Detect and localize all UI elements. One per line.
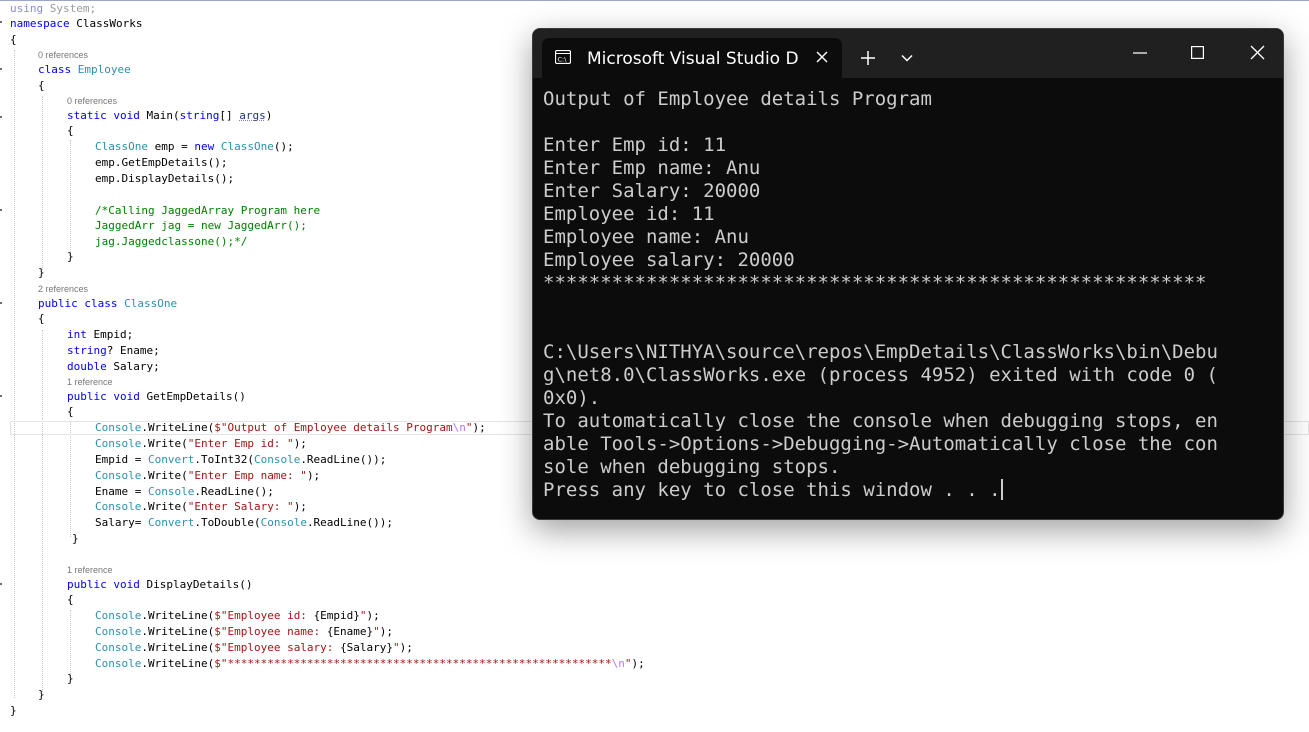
margin-marker <box>0 116 2 118</box>
code-line[interactable]: Console.WriteLine($"Employee salary: {Sa… <box>95 641 413 655</box>
margin-marker <box>0 209 2 211</box>
close-tab-icon[interactable] <box>815 50 829 64</box>
code-comment[interactable]: jag.Jaggedclassone();*/ <box>95 235 247 249</box>
console-output-text: Output of Employee details Program Enter… <box>543 88 1218 501</box>
code-line[interactable]: { <box>67 593 74 607</box>
code-line[interactable]: } <box>38 266 45 280</box>
code-line[interactable]: emp.GetEmpDetails(); <box>95 156 227 170</box>
indent-guide <box>70 140 71 256</box>
code-line[interactable]: string? Ename; <box>67 344 160 358</box>
code-line[interactable]: emp.DisplayDetails(); <box>95 172 234 186</box>
code-line[interactable]: { <box>67 405 74 419</box>
margin-marker <box>0 583 2 585</box>
code-line[interactable]: Empid = Convert.ToInt32(Console.ReadLine… <box>95 453 386 467</box>
title-bar[interactable]: C:\ Microsoft Visual Studio Debug Consol… <box>533 29 1283 78</box>
margin-marker <box>0 395 2 397</box>
codelens-references[interactable]: 1 reference <box>67 565 113 576</box>
code-line[interactable]: { <box>38 312 45 326</box>
code-line[interactable]: Console.Write("Enter Emp id: "); <box>95 437 307 451</box>
codelens-references[interactable]: 1 reference <box>67 377 113 388</box>
indent-guide <box>70 610 71 678</box>
code-line[interactable]: } <box>72 532 79 546</box>
margin-marker <box>0 21 2 23</box>
codelens-references[interactable]: 2 references <box>38 284 88 295</box>
maximize-icon[interactable] <box>1191 46 1204 59</box>
chevron-down-icon[interactable] <box>901 54 913 62</box>
console-output[interactable]: Output of Employee details Program Enter… <box>543 88 1255 508</box>
code-line[interactable]: public void DisplayDetails() <box>67 578 252 592</box>
code-text: System; <box>49 2 97 15</box>
code-line[interactable]: Console.WriteLine($"********************… <box>95 657 645 671</box>
code-line[interactable]: Ename = Console.ReadLine(); <box>95 485 274 499</box>
code-line[interactable]: { <box>38 79 45 93</box>
code-line[interactable]: { <box>10 33 17 47</box>
code-line[interactable]: double Salary; <box>67 360 160 374</box>
code-line[interactable]: Salary= Convert.ToDouble(Console.ReadLin… <box>95 516 393 530</box>
svg-text:C:\: C:\ <box>558 56 568 64</box>
indent-guide <box>42 330 43 692</box>
code-line[interactable]: static void Main(string[] args) <box>67 109 272 123</box>
console-tab[interactable]: C:\ Microsoft Visual Studio Debug Consol… <box>542 38 842 78</box>
indent-guide <box>42 96 43 270</box>
code-line[interactable]: namespace ClassWorks <box>10 17 142 31</box>
code-line[interactable]: } <box>38 688 45 702</box>
console-app-icon: C:\ <box>555 50 571 64</box>
indent-guide <box>14 50 15 698</box>
code-line[interactable]: } <box>67 250 74 264</box>
codelens-references[interactable]: 0 references <box>67 96 117 107</box>
code-line[interactable]: Console.WriteLine($"Employee id: {Empid}… <box>95 609 380 623</box>
code-line[interactable]: ClassOne emp = new ClassOne(); <box>95 140 294 154</box>
code-comment[interactable]: JaggedArr jag = new JaggedArr(); <box>95 219 307 233</box>
code-line[interactable]: } <box>67 672 74 686</box>
indent-guide <box>70 421 71 537</box>
code-line[interactable]: using System; <box>10 2 96 16</box>
margin-marker <box>0 68 2 70</box>
minimize-icon[interactable] <box>1133 52 1147 54</box>
code-line[interactable]: public void GetEmpDetails() <box>67 390 246 404</box>
codelens-references[interactable]: 0 references <box>38 50 88 61</box>
tab-title: Microsoft Visual Studio Debug Console <box>587 49 799 69</box>
text-cursor <box>1000 479 1003 500</box>
code-line[interactable]: Console.Write("Enter Salary: "); <box>95 500 307 514</box>
plus-icon[interactable] <box>860 50 876 66</box>
debug-console-window[interactable]: C:\ Microsoft Visual Studio Debug Consol… <box>532 28 1284 520</box>
code-line[interactable]: class Employee <box>38 63 131 77</box>
code-line[interactable]: { <box>67 124 74 138</box>
close-icon[interactable] <box>1250 45 1265 60</box>
code-line[interactable]: public class ClassOne <box>38 297 177 311</box>
code-line[interactable]: Console.WriteLine($"Employee name: {Enam… <box>95 625 393 639</box>
margin-marker <box>0 302 2 304</box>
code-comment[interactable]: /*Calling JaggedArray Program here <box>95 204 320 218</box>
code-line[interactable]: int Empid; <box>67 328 133 342</box>
code-line[interactable]: } <box>10 704 17 718</box>
code-line[interactable]: Console.Write("Enter Emp name: "); <box>95 469 320 483</box>
code-line[interactable]: Console.WriteLine($"Output of Employee d… <box>95 421 486 435</box>
